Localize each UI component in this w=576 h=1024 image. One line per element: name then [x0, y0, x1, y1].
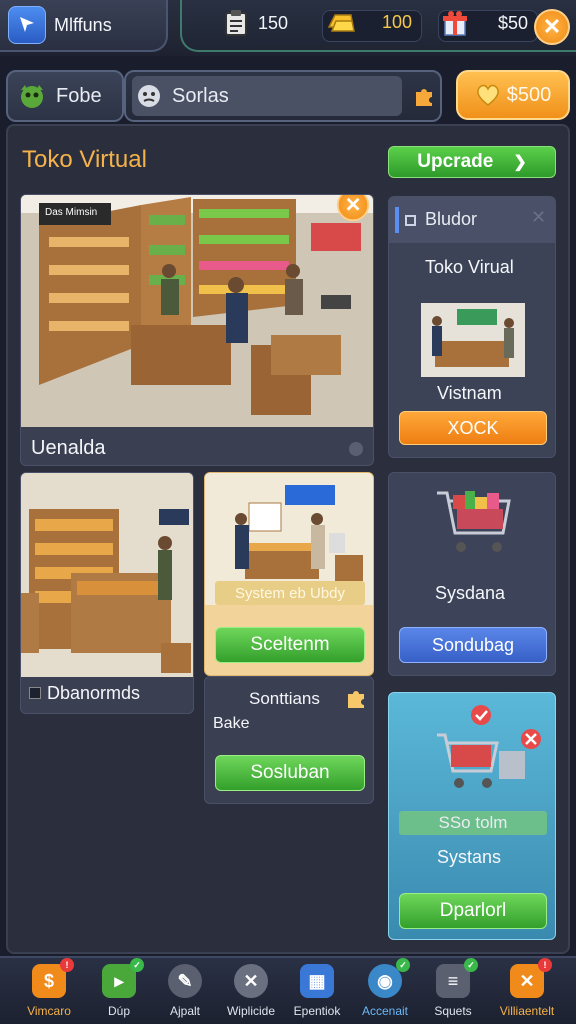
bakery-card[interactable]: Dbanormds [20, 472, 194, 714]
checkbox-icon[interactable] [405, 215, 416, 226]
puzzle-piece-icon [348, 691, 364, 708]
play-card-icon: ▸ ✓ [102, 958, 144, 998]
cross-mark-icon: ✕! [510, 958, 552, 998]
clipboard-icon [225, 10, 247, 36]
card-caption: Systans [437, 847, 502, 867]
offer-photo [421, 303, 525, 377]
ghost-face-icon [138, 85, 160, 107]
resource-value: $50 [498, 12, 529, 33]
nav-label: Epentiok [293, 1004, 341, 1018]
chevron-right-icon: ❯ [513, 154, 527, 171]
heart-icon [476, 84, 499, 106]
close-x-icon: ✕ [234, 964, 268, 998]
meeting-button-2[interactable]: Sosluban [215, 755, 365, 791]
meeting-card-footer: Sonttians Bake Sosluban [204, 676, 374, 804]
calendar-grid-icon: ▦ [300, 964, 334, 998]
nav-item-squets[interactable]: ≡ ✓ Squets [420, 958, 486, 1024]
gold-bar-icon [327, 14, 355, 32]
resource-panel: 150 100 $50 ✕ [180, 0, 576, 52]
meeting-card[interactable]: System eb Ubdy Sceltenm [204, 472, 374, 676]
tab-label: Sorlas [172, 84, 229, 107]
meeting-subtitle: Bake [213, 715, 250, 732]
offer-header: Bludor ✕ [389, 197, 555, 243]
nav-label: Vimcaro [27, 1004, 71, 1018]
close-icon[interactable]: ✕ [531, 207, 546, 228]
resource-clipboard[interactable]: 150 [224, 9, 288, 37]
meeting-button[interactable]: Sceltenm [215, 627, 365, 663]
resource-value: 100 [382, 11, 413, 32]
resource-gold[interactable]: 100 [326, 9, 412, 35]
nav-label: Ajpalt [169, 1004, 201, 1018]
gift-box-icon [443, 11, 467, 36]
nav-label: Squets [434, 1004, 472, 1018]
offer-button[interactable]: XOCK [399, 411, 547, 445]
upgrade-label: Upcrade [417, 151, 494, 172]
shopping-bag-icon: $! [32, 958, 74, 998]
cart-button-teal[interactable]: Dparlorl [399, 893, 547, 929]
navigation-arrow-icon [8, 6, 46, 44]
meeting-banner: System eb Ubdy [215, 581, 365, 605]
page-title: Toko Virtual [22, 146, 147, 173]
close-button[interactable]: ✕ [534, 9, 570, 45]
card-caption: Sysdana [435, 583, 506, 603]
bottom-nav: $! Vimcaro ▸ ✓ Dúp ✎ Ajpalt ✕ Wiplicide ▦… [0, 956, 576, 1024]
cart-button[interactable]: Sondubag [399, 627, 547, 663]
puzzle-piece-icon[interactable] [412, 84, 436, 108]
nav-label: Dúp [107, 1004, 130, 1018]
card-caption: Dbanormds [47, 683, 141, 703]
nav-item-accenait[interactable]: ◉ ✓ Accenait [352, 958, 418, 1024]
meeting-title: Sonttians [249, 689, 320, 708]
offer-title: Toko Virual [425, 257, 514, 277]
shop-sign: Das Mimsin [45, 207, 98, 218]
offer-header-label: Bludor [425, 209, 478, 229]
close-icon: ✕ [344, 194, 362, 216]
edit-pen-icon: ✎ [168, 964, 202, 998]
offer-card[interactable]: Bludor ✕ Toko Virual Vistnam XOCK [388, 196, 556, 458]
nav-label: Wiplicide [226, 1004, 275, 1018]
tab-bar: Fobe Sorlas [6, 70, 442, 122]
cart-banner: SSo tolm [399, 811, 547, 835]
nav-item-vimcaro[interactable]: $! Vimcaro [16, 958, 82, 1024]
checkbox-icon[interactable] [29, 687, 41, 699]
resource-value: 150 [258, 12, 289, 33]
cart-card[interactable]: Sysdana Sondubag [388, 472, 556, 676]
nav-label: Villiaentelt [499, 1004, 555, 1018]
tab-sorlas[interactable]: Sorlas [124, 70, 442, 122]
app-name: Mlffuns [54, 14, 112, 35]
nav-item-ajpalt[interactable]: ✎ Ajpalt [152, 964, 218, 1024]
nav-item-wiplicide[interactable]: ✕ Wiplicide [218, 964, 284, 1024]
tab-fobe[interactable]: Fobe [6, 70, 124, 122]
offer-caption: Vistnam [437, 383, 502, 403]
buy-coins-button[interactable]: $500 [456, 70, 570, 120]
close-icon: ✕ [542, 14, 562, 39]
cart-compare-icon [437, 705, 541, 788]
notes-stack-icon: ≡ ✓ [436, 958, 478, 998]
shop-photo: Das Mimsin [21, 195, 373, 427]
nav-item-dup[interactable]: ▸ ✓ Dúp [86, 958, 152, 1024]
app-chip[interactable]: Mlffuns [0, 0, 168, 52]
coins-label: $500 [506, 83, 552, 106]
tab-label: Fobe [56, 84, 102, 107]
shop-card-main[interactable]: Das Mimsin ✕ Uenalda [20, 194, 374, 466]
apple-icon [349, 442, 363, 456]
card-caption: Uenalda [31, 437, 106, 459]
nav-item-epentiok[interactable]: ▦ Epentiok [284, 964, 350, 1024]
green-creature-icon [21, 85, 43, 108]
cart-card-teal[interactable]: SSo tolm Systans Dparlorl [388, 692, 556, 940]
globe-chat-icon: ◉ ✓ [368, 958, 410, 998]
nav-item-villiaentelt[interactable]: ✕! Villiaentelt [494, 958, 560, 1024]
bakery-photo [21, 473, 193, 677]
nav-label: Accenait [361, 1004, 409, 1018]
shopping-cart-icon [437, 491, 511, 552]
upgrade-button[interactable]: Upcrade ❯ [388, 146, 556, 178]
resource-gift[interactable]: $50 [442, 9, 528, 37]
